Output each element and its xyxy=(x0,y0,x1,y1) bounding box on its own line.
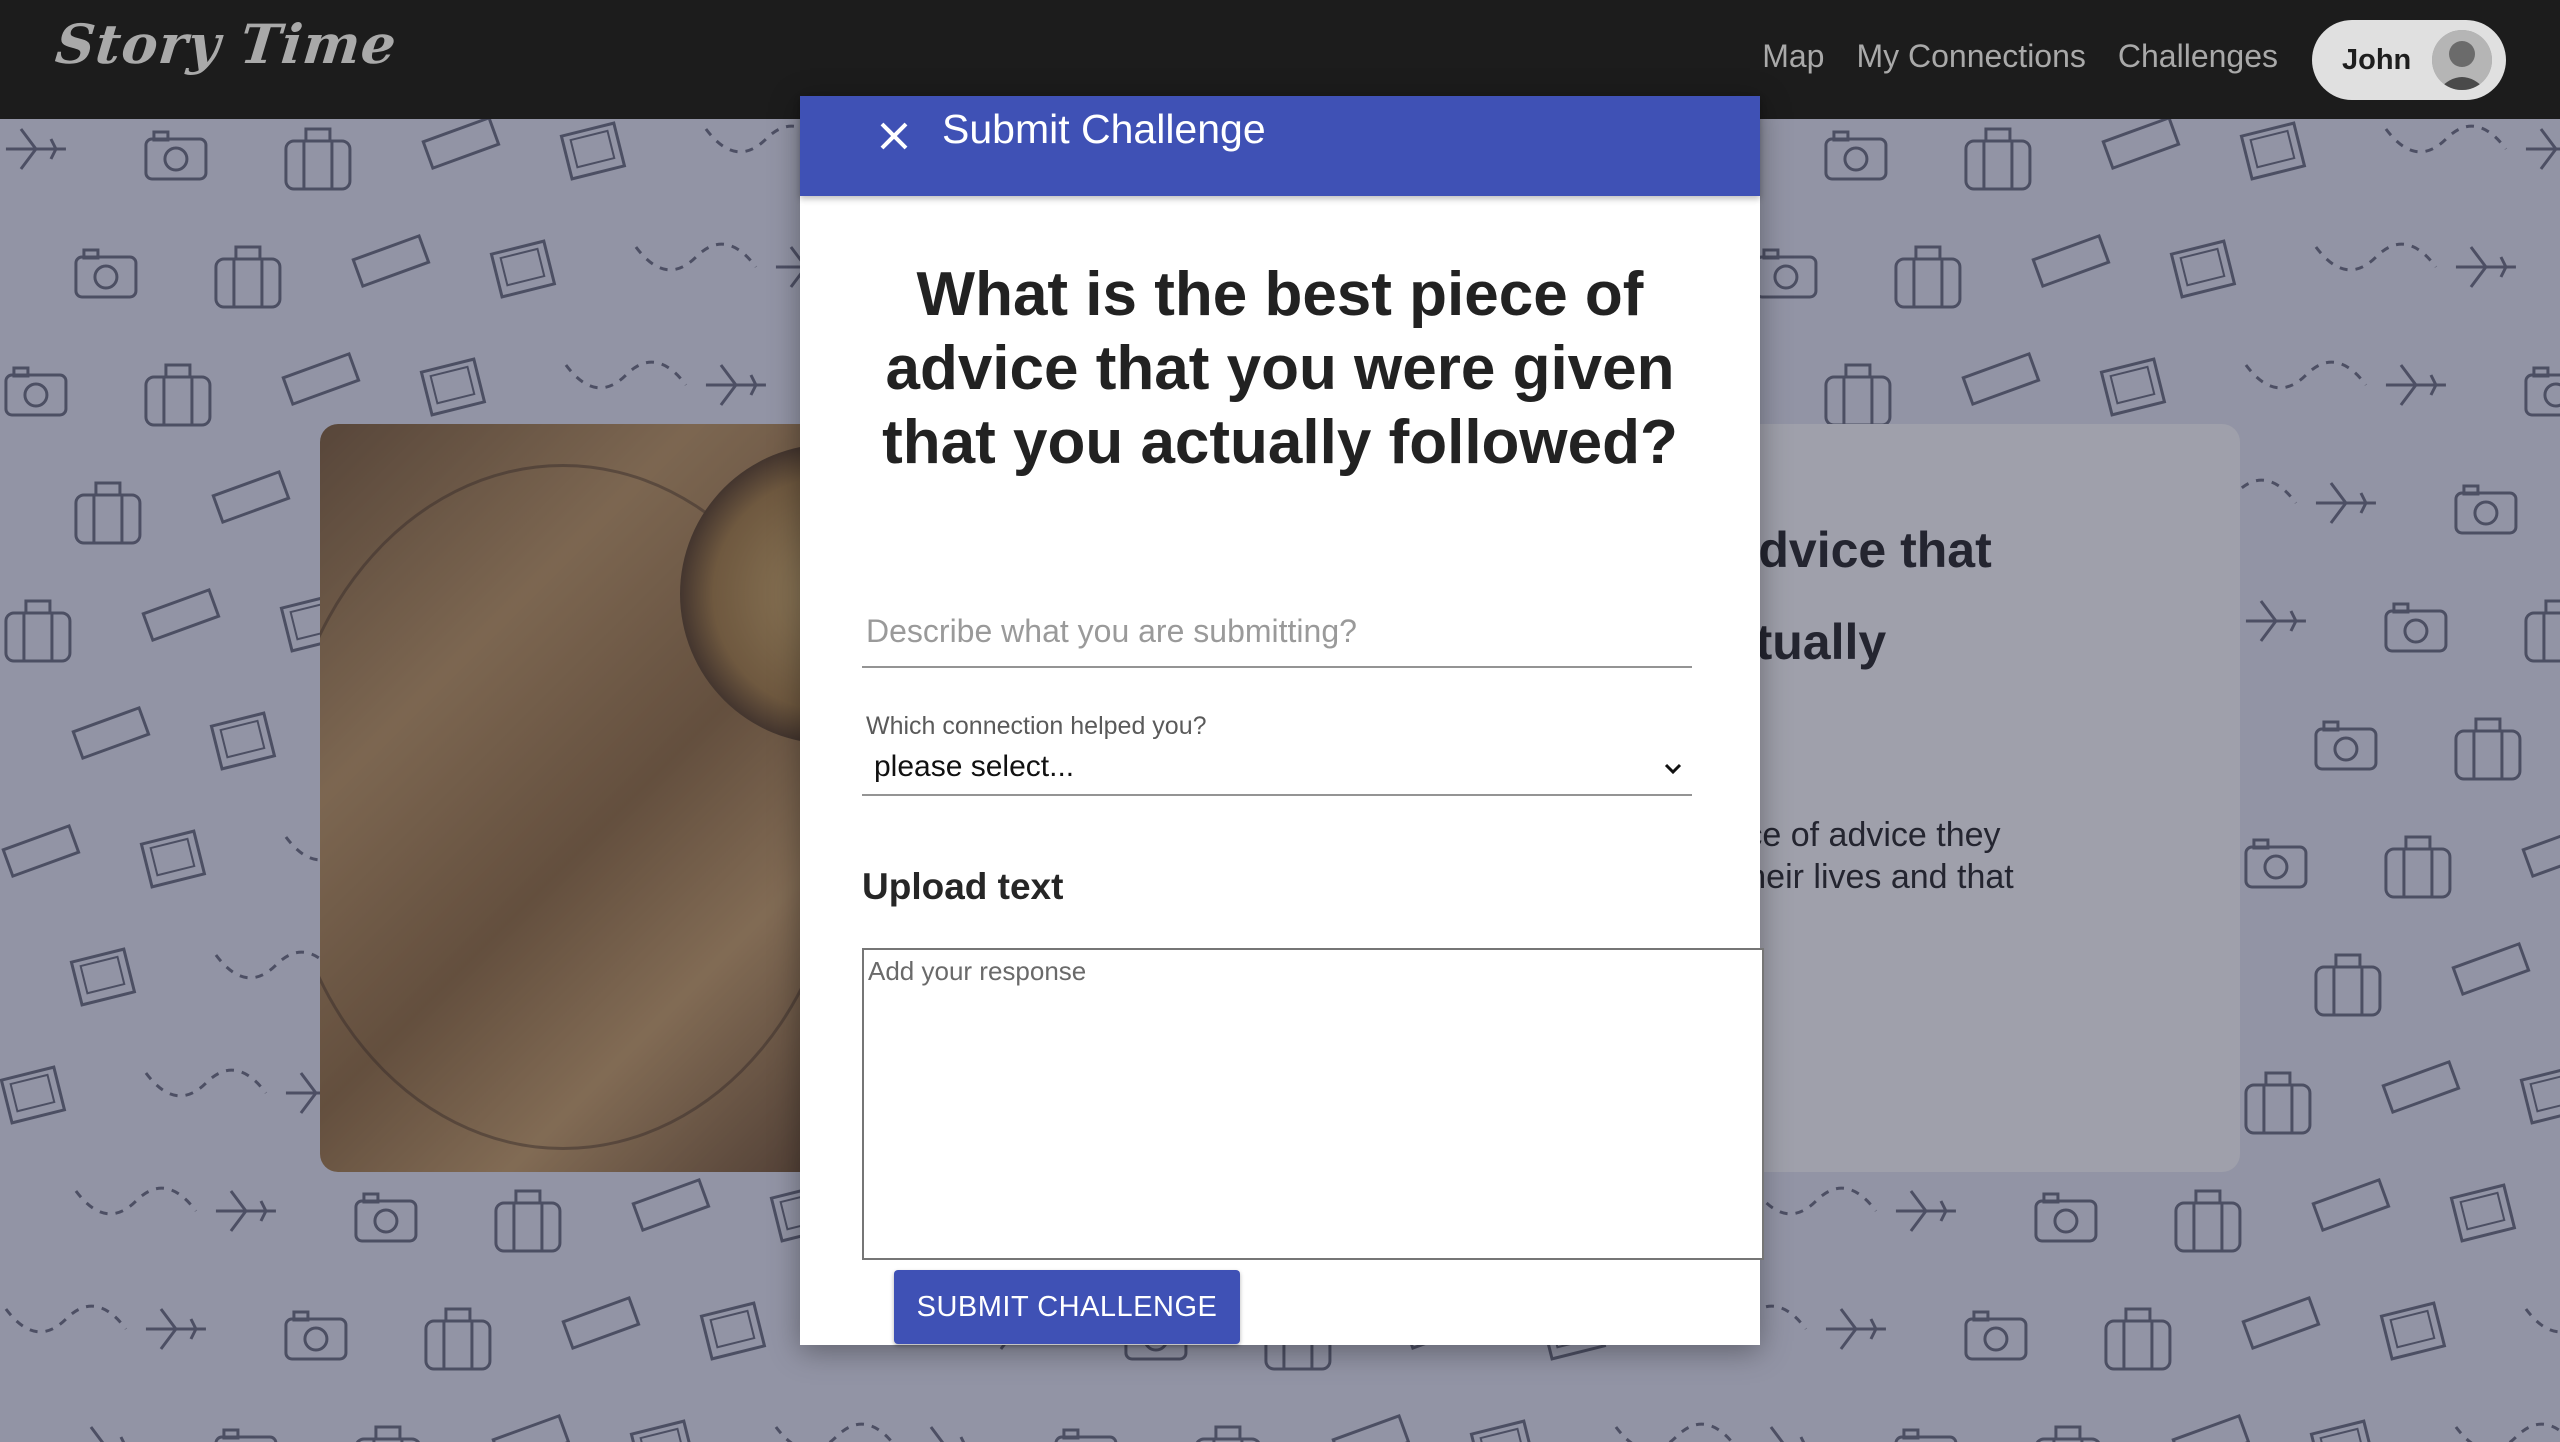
describe-input[interactable] xyxy=(862,596,1692,668)
submit-challenge-modal: Submit Challenge What is the best piece … xyxy=(800,96,1764,1345)
nav-links: Map My Connections Challenges xyxy=(1762,38,2278,75)
challenge-question: What is the best piece of advice that yo… xyxy=(882,260,1678,477)
response-textarea[interactable] xyxy=(862,948,1764,1260)
submit-challenge-button[interactable]: SUBMIT CHALLENGE xyxy=(894,1270,1240,1344)
connection-select-label: Which connection helped you? xyxy=(866,712,1207,740)
avatar-icon xyxy=(2432,30,2492,90)
logo[interactable]: Story Time xyxy=(53,12,401,76)
connection-select-value: please select... xyxy=(874,750,1075,783)
connection-select[interactable]: please select... xyxy=(862,746,1692,796)
nav-link-challenges[interactable]: Challenges xyxy=(2118,38,2278,75)
avatar xyxy=(2432,30,2492,90)
modal-title: Submit Challenge xyxy=(942,106,1266,152)
user-menu-button[interactable]: John xyxy=(2312,20,2506,100)
close-button[interactable] xyxy=(872,114,916,158)
nav-link-my-connections[interactable]: My Connections xyxy=(1856,38,2085,75)
user-name: John xyxy=(2342,43,2412,76)
nav-link-map[interactable]: Map xyxy=(1762,38,1824,75)
close-icon xyxy=(880,122,908,150)
upload-text-heading: Upload text xyxy=(862,866,1064,907)
modal-header: Submit Challenge xyxy=(800,96,1760,196)
chevron-down-icon xyxy=(1664,763,1682,775)
